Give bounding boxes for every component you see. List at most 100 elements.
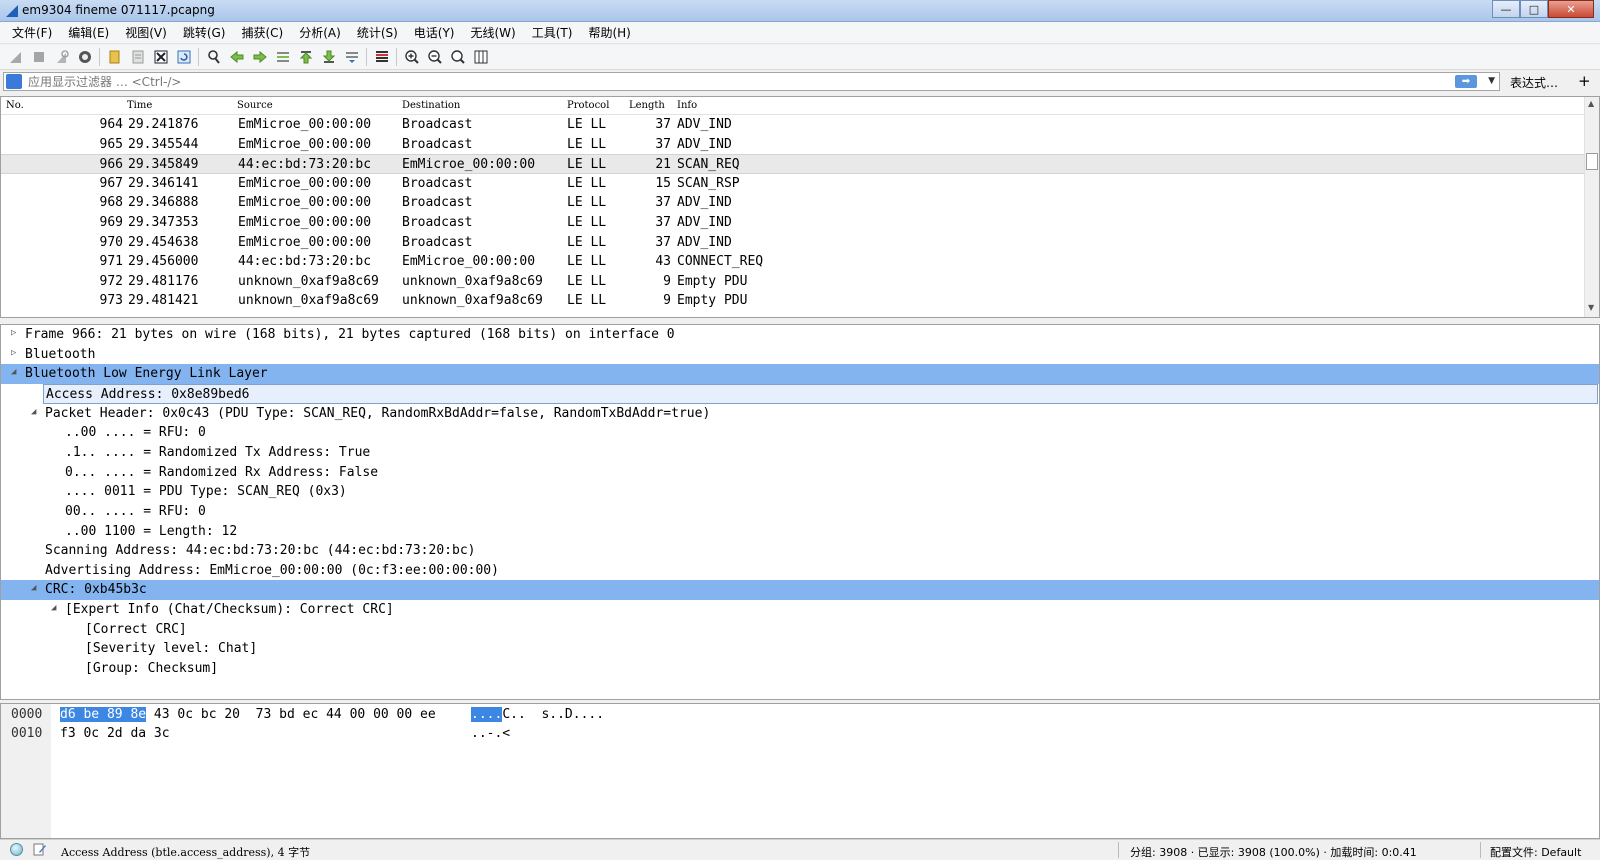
tree-item[interactable]: [Correct CRC]	[1, 620, 1599, 640]
save-file-button[interactable]	[126, 46, 149, 68]
expert-info-icon[interactable]	[10, 843, 23, 856]
tree-item[interactable]: Advertising Address: EmMicroe_00:00:00 (…	[1, 561, 1599, 581]
apply-filter-button[interactable]: ➡	[1455, 75, 1477, 88]
display-filter-input[interactable]: 应用显示过滤器 … <Ctrl-/> ➡ ▼	[3, 72, 1500, 91]
bookmark-icon[interactable]	[6, 74, 22, 89]
column-header[interactable]: Source	[237, 100, 273, 111]
go-to-packet-button[interactable]	[271, 46, 294, 68]
tree-item[interactable]: ..00 .... = RFU: 0	[1, 423, 1599, 443]
menu-item[interactable]: 视图(V)	[117, 22, 175, 44]
menu-item[interactable]: 电话(Y)	[406, 22, 463, 44]
tree-item[interactable]: ▷ Frame 966: 21 bytes on wire (168 bits),…	[1, 325, 1599, 345]
offset-gutter	[1, 704, 51, 838]
find-packet-button[interactable]	[202, 46, 225, 68]
expanded-arrow-icon[interactable]: ◢	[11, 367, 16, 377]
capture-options-button[interactable]	[73, 46, 96, 68]
menu-item[interactable]: 文件(F)	[4, 22, 60, 44]
hex-bytes-rest: f3 0c 2d da 3c	[60, 725, 170, 741]
scroll-thumb[interactable]	[1586, 153, 1598, 170]
zoom-out-button[interactable]	[423, 46, 446, 68]
tree-item[interactable]: .1.. .... = Randomized Tx Address: True	[1, 443, 1599, 463]
resize-columns-button[interactable]	[469, 46, 492, 68]
hex-ascii[interactable]: ..-.<	[471, 726, 510, 741]
hex-ascii[interactable]: ....C.. s..D....	[471, 707, 604, 722]
tree-item[interactable]: 0... .... = Randomized Rx Address: False	[1, 463, 1599, 483]
tree-item[interactable]: [Severity level: Chat]	[1, 639, 1599, 659]
tree-item[interactable]: ◢ CRC: 0xb45b3c	[1, 580, 1599, 601]
first-packet-button[interactable]	[294, 46, 317, 68]
hex-bytes[interactable]: d6 be 89 8e 43 0c bc 20 73 bd ec 44 00 0…	[60, 707, 436, 722]
filter-history-dropdown[interactable]: ▼	[1488, 76, 1495, 86]
packet-list-header: No. Time Source Destination Protocol Length In…	[1, 97, 1587, 115]
go-forward-button[interactable]	[248, 46, 271, 68]
packet-row[interactable]: 967 29.346141 EmMicroe_00:00:00 Broadcast LE…	[1, 174, 1585, 194]
column-header[interactable]: Protocol	[567, 100, 609, 111]
tree-item[interactable]: [Group: Checksum]	[1, 659, 1599, 679]
tree-item[interactable]: Access Address: 0x8e89bed6	[1, 383, 1599, 404]
stop-capture-button[interactable]	[27, 46, 50, 68]
tree-item[interactable]: ..00 1100 = Length: 12	[1, 522, 1599, 542]
tree-item[interactable]: ◢ [Expert Info (Chat/Checksum): Correct C…	[1, 600, 1599, 620]
profile-selector[interactable]: 配置文件: Default	[1490, 844, 1581, 860]
zoom-reset-button[interactable]	[446, 46, 469, 68]
packet-row[interactable]: 968 29.346888 EmMicroe_00:00:00 Broadcast LE…	[1, 193, 1585, 213]
menu-item[interactable]: 分析(A)	[291, 22, 349, 44]
packet-row[interactable]: 970 29.454638 EmMicroe_00:00:00 Broadcast LE…	[1, 233, 1585, 253]
column-header[interactable]: Length	[629, 100, 665, 111]
packet-bytes-pane[interactable]: 0000 d6 be 89 8e 43 0c bc 20 73 bd ec 44 …	[0, 703, 1600, 839]
last-packet-button[interactable]	[317, 46, 340, 68]
edit-comment-icon[interactable]	[33, 842, 47, 856]
menu-item[interactable]: 统计(S)	[349, 22, 406, 44]
colorize-button[interactable]	[370, 46, 393, 68]
packet-cell-info: SCAN_REQ	[677, 157, 740, 173]
column-header[interactable]: No.	[6, 100, 24, 111]
expanded-arrow-icon[interactable]: ◢	[51, 603, 56, 613]
packet-list-scrollbar[interactable]: ▲ ▼	[1584, 97, 1599, 317]
expression-button[interactable]: 表达式…	[1510, 74, 1558, 91]
packet-row[interactable]: 969 29.347353 EmMicroe_00:00:00 Broadcast LE…	[1, 213, 1585, 233]
restart-capture-button[interactable]	[50, 46, 73, 68]
menu-item[interactable]: 跳转(G)	[175, 22, 234, 44]
close-file-button[interactable]	[149, 46, 172, 68]
go-back-button[interactable]	[225, 46, 248, 68]
scroll-down-icon[interactable]: ▼	[1588, 303, 1594, 312]
column-header[interactable]: Info	[677, 100, 697, 111]
menu-item[interactable]: 工具(T)	[524, 22, 581, 44]
add-filter-button[interactable]: +	[1578, 72, 1591, 90]
packet-row[interactable]: 972 29.481176 unknown_0xaf9a8c69 unknown_0x…	[1, 272, 1585, 292]
tree-item[interactable]: Scanning Address: 44:ec:bd:73:20:bc (44:…	[1, 541, 1599, 561]
packet-details-tree[interactable]: ▷ Frame 966: 21 bytes on wire (168 bits),…	[0, 324, 1600, 700]
collapsed-arrow-icon[interactable]: ▷	[11, 348, 16, 358]
tree-item[interactable]: ◢ Bluetooth Low Energy Link Layer	[1, 364, 1599, 385]
column-header[interactable]: Destination	[402, 100, 460, 111]
auto-scroll-button[interactable]	[340, 46, 363, 68]
tree-item[interactable]: ◢ Packet Header: 0x0c43 (PDU Type: SCAN_R…	[1, 404, 1599, 424]
maximize-button[interactable]: □	[1520, 0, 1548, 18]
start-capture-button[interactable]	[4, 46, 27, 68]
menu-item[interactable]: 无线(W)	[463, 22, 524, 44]
close-button[interactable]: ✕	[1548, 0, 1594, 18]
menu-item[interactable]: 编辑(E)	[60, 22, 117, 44]
tree-item-label: Access Address: 0x8e89bed6	[43, 383, 1598, 404]
packet-row[interactable]: 965 29.345544 EmMicroe_00:00:00 Broadcast LE…	[1, 135, 1585, 155]
packet-list[interactable]: No. Time Source Destination Protocol Length In…	[0, 96, 1600, 318]
tree-item[interactable]: ▷ Bluetooth	[1, 345, 1599, 365]
menu-item[interactable]: 帮助(H)	[580, 22, 638, 44]
zoom-in-button[interactable]	[400, 46, 423, 68]
menu-item[interactable]: 捕获(C)	[233, 22, 291, 44]
tree-item[interactable]: .... 0011 = PDU Type: SCAN_REQ (0x3)	[1, 482, 1599, 502]
column-header[interactable]: Time	[127, 100, 152, 111]
hex-bytes[interactable]: f3 0c 2d da 3c	[60, 726, 170, 741]
packet-row[interactable]: 964 29.241876 EmMicroe_00:00:00 Broadcast LE…	[1, 115, 1585, 135]
packet-row[interactable]: 973 29.481421 unknown_0xaf9a8c69 unknown_0x…	[1, 291, 1585, 311]
packet-row[interactable]: 966 29.345849 44:ec:bd:73:20:bc EmMicroe_00…	[1, 154, 1585, 175]
reload-file-button[interactable]	[172, 46, 195, 68]
expanded-arrow-icon[interactable]: ◢	[31, 583, 36, 593]
expanded-arrow-icon[interactable]: ◢	[31, 407, 36, 417]
collapsed-arrow-icon[interactable]: ▷	[11, 328, 16, 338]
tree-item[interactable]: 00.. .... = RFU: 0	[1, 502, 1599, 522]
open-file-button[interactable]	[103, 46, 126, 68]
packet-row[interactable]: 971 29.456000 44:ec:bd:73:20:bc EmMicroe_00…	[1, 252, 1585, 272]
scroll-up-icon[interactable]: ▲	[1588, 99, 1594, 108]
minimize-button[interactable]: —	[1492, 0, 1520, 18]
